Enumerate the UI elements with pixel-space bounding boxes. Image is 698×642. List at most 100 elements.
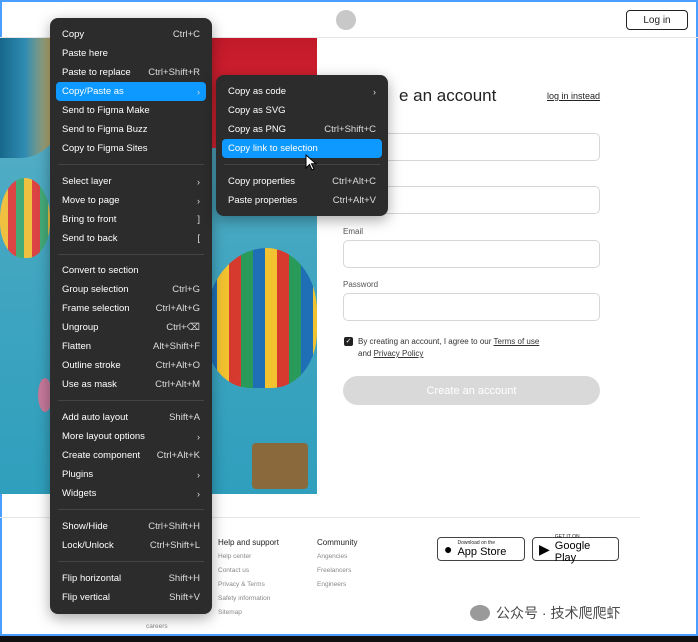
- menu-item-label: Add auto layout: [62, 412, 129, 423]
- submenu-item-copy-as-svg[interactable]: Copy as SVG: [222, 101, 382, 120]
- login-button[interactable]: Log in: [626, 10, 688, 30]
- menu-item-label: More layout options: [62, 431, 145, 442]
- submenu-item-copy-as-code[interactable]: Copy as code ›: [222, 82, 382, 101]
- menu-item-more-layout-options[interactable]: More layout options ›: [56, 427, 206, 446]
- menu-item-shortcut: Ctrl+Shift+H: [148, 521, 200, 532]
- submenu-item-paste-properties[interactable]: Paste properties Ctrl+Alt+V: [222, 191, 382, 210]
- footer-help-column: Help and support Help center Contact us …: [218, 538, 279, 623]
- footer-link[interactable]: Privacy & Terms: [218, 581, 279, 588]
- menu-item-create-component[interactable]: Create component Ctrl+Alt+K: [56, 446, 206, 465]
- menu-item-label: Send to Figma Buzz: [62, 124, 148, 135]
- menu-item-label: Group selection: [62, 284, 129, 295]
- submenu-item-copy-link-to-selection[interactable]: Copy link to selection: [222, 139, 382, 158]
- menu-item-flip-vertical[interactable]: Flip vertical Shift+V: [56, 588, 206, 607]
- footer-link[interactable]: Angencies: [317, 553, 357, 560]
- menu-item-label: Paste properties: [228, 195, 298, 206]
- menu-item-label: Copy as PNG: [228, 124, 287, 135]
- menu-item-paste-here[interactable]: Paste here: [56, 44, 206, 63]
- menu-item-label: Copy/Paste as: [62, 86, 124, 97]
- menu-item-label: Copy as SVG: [228, 105, 286, 116]
- menu-item-label: Paste to replace: [62, 67, 131, 78]
- chevron-right-icon: ›: [197, 469, 200, 480]
- app-store-badge[interactable]: ● Download on the App Store: [437, 537, 525, 561]
- menu-item-copy-to-figma-sites[interactable]: Copy to Figma Sites: [56, 139, 206, 158]
- footer-link[interactable]: careers: [146, 623, 168, 630]
- menu-item-shortcut: Shift+H: [168, 573, 200, 584]
- menu-item-label: Copy as code: [228, 86, 287, 97]
- footer-link[interactable]: Sitemap: [218, 609, 279, 616]
- menu-item-use-as-mask[interactable]: Use as mask Ctrl+Alt+M: [56, 375, 206, 394]
- menu-item-label: Show/Hide: [62, 521, 108, 532]
- copy-paste-as-submenu: Copy as code › Copy as SVG Copy as PNG Ctr…: [216, 75, 388, 216]
- menu-item-send-to-back[interactable]: Send to back [: [56, 229, 206, 248]
- menu-item-label: Widgets: [62, 488, 97, 499]
- footer-link[interactable]: Contact us: [218, 567, 279, 574]
- menu-item-group-selection[interactable]: Group selection Ctrl+G: [56, 280, 206, 299]
- menu-item-label: Copy to Figma Sites: [62, 143, 148, 154]
- menu-item-label: Copy link to selection: [228, 143, 318, 154]
- footer-link[interactable]: Safety information: [218, 595, 279, 602]
- menu-item-copy[interactable]: Copy Ctrl+C: [56, 25, 206, 44]
- menu-item-plugins[interactable]: Plugins ›: [56, 465, 206, 484]
- menu-item-label: Create component: [62, 450, 141, 461]
- menu-item-show-hide[interactable]: Show/Hide Ctrl+Shift+H: [56, 517, 206, 536]
- balloon-image-part: [0, 178, 50, 258]
- create-account-button[interactable]: Create an account: [343, 376, 600, 405]
- menu-item-shortcut: Ctrl+Alt+G: [155, 303, 200, 314]
- menu-item-send-to-figma-make[interactable]: Send to Figma Make: [56, 101, 206, 120]
- menu-item-paste-to-replace[interactable]: Paste to replace Ctrl+Shift+R: [56, 63, 206, 82]
- menu-item-label: Outline stroke: [62, 360, 121, 371]
- password-field[interactable]: [343, 293, 600, 321]
- footer-link[interactable]: Freelancers: [317, 567, 357, 574]
- chevron-right-icon: ›: [197, 176, 200, 187]
- google-play-badge[interactable]: ▶ GET IT ON Google Play: [532, 534, 619, 564]
- menu-item-flatten[interactable]: Flatten Alt+Shift+F: [56, 337, 206, 356]
- watermark: 公众号 · 技术爬爬虾: [470, 603, 620, 623]
- badge-big-text: Google Play: [554, 540, 591, 564]
- menu-item-shortcut: Ctrl+⌫: [166, 322, 200, 333]
- logo-placeholder: [336, 10, 356, 30]
- menu-separator: [58, 561, 204, 562]
- form-title: e an account: [399, 86, 497, 105]
- menu-item-frame-selection[interactable]: Frame selection Ctrl+Alt+G: [56, 299, 206, 318]
- menu-item-label: Use as mask: [62, 379, 117, 390]
- terms-link[interactable]: Terms of use: [494, 337, 540, 346]
- email-field[interactable]: [343, 240, 600, 268]
- terms-prefix: By creating an account, I agree to our: [358, 337, 494, 346]
- menu-item-shortcut: Ctrl+Alt+M: [155, 379, 200, 390]
- privacy-link[interactable]: Privacy Policy: [374, 349, 424, 358]
- menu-item-select-layer[interactable]: Select layer ›: [56, 172, 206, 191]
- mouse-cursor-icon: [305, 154, 318, 171]
- menu-item-label: Move to page: [62, 195, 120, 206]
- menu-item-convert-to-section[interactable]: Convert to section: [56, 261, 206, 280]
- wechat-icon: [470, 605, 490, 621]
- menu-item-lock-unlock[interactable]: Lock/Unlock Ctrl+Shift+L: [56, 536, 206, 555]
- login-instead-link[interactable]: log in instead: [547, 91, 600, 101]
- menu-item-label: Flatten: [62, 341, 92, 352]
- menu-item-label: Flip horizontal: [62, 573, 122, 584]
- menu-item-copy-paste-as[interactable]: Copy/Paste as ›: [56, 82, 206, 101]
- menu-item-label: Send to Figma Make: [62, 105, 150, 116]
- menu-item-label: Copy properties: [228, 176, 296, 187]
- menu-item-widgets[interactable]: Widgets ›: [56, 484, 206, 503]
- footer-link[interactable]: Help center: [218, 553, 279, 560]
- menu-item-label: Convert to section: [62, 265, 139, 276]
- menu-item-flip-horizontal[interactable]: Flip horizontal Shift+H: [56, 569, 206, 588]
- menu-item-shortcut: [: [197, 233, 200, 244]
- menu-item-ungroup[interactable]: Ungroup Ctrl+⌫: [56, 318, 206, 337]
- menu-item-send-to-figma-buzz[interactable]: Send to Figma Buzz: [56, 120, 206, 139]
- menu-item-shortcut: Ctrl+Alt+K: [156, 450, 200, 461]
- menu-item-bring-to-front[interactable]: Bring to front]: [56, 210, 206, 229]
- menu-item-shortcut: Ctrl+Alt+V: [332, 195, 376, 206]
- footer-link[interactable]: Engineers: [317, 581, 357, 588]
- submenu-item-copy-properties[interactable]: Copy properties Ctrl+Alt+C: [222, 172, 382, 191]
- submenu-item-copy-as-png[interactable]: Copy as PNG Ctrl+Shift+C: [222, 120, 382, 139]
- footer-community-column: Community Angencies Freelancers Engineer…: [317, 538, 357, 595]
- menu-item-shortcut: Ctrl+Alt+O: [155, 360, 200, 371]
- menu-item-add-auto-layout[interactable]: Add auto layout Shift+A: [56, 408, 206, 427]
- menu-item-shortcut: Ctrl+G: [172, 284, 200, 295]
- menu-separator: [224, 164, 380, 165]
- menu-item-outline-stroke[interactable]: Outline stroke Ctrl+Alt+O: [56, 356, 206, 375]
- menu-item-move-to-page[interactable]: Move to page ›: [56, 191, 206, 210]
- terms-checkbox[interactable]: ✓: [344, 337, 353, 346]
